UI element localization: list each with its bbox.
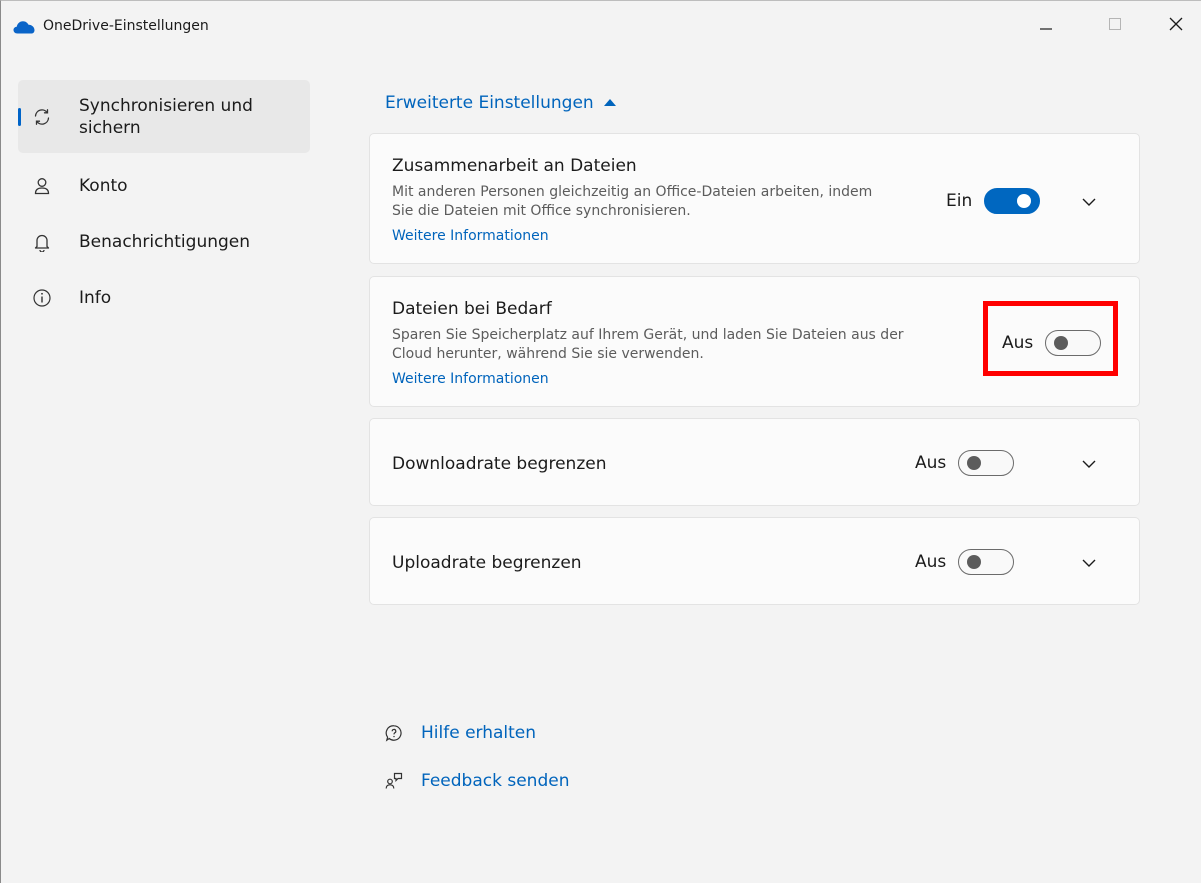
- download-rate-toggle[interactable]: [958, 450, 1015, 476]
- toggle-group: Aus: [915, 450, 1015, 476]
- toggle-group: Ein: [946, 188, 1041, 214]
- close-button[interactable]: [1153, 1, 1199, 47]
- feedback-link[interactable]: Feedback senden: [385, 771, 569, 791]
- card-upload-rate: Uploadrate begrenzen Aus: [369, 517, 1140, 605]
- help-link-label: Hilfe erhalten: [421, 723, 537, 743]
- toggle-knob: [967, 456, 982, 470]
- onedrive-settings-window: OneDrive-Einstellungen Synchronisieren u…: [0, 0, 1201, 883]
- caret-up-icon: [603, 99, 616, 106]
- sidebar-item-label: Benachrichtigungen: [79, 232, 251, 252]
- sidebar-item-konto[interactable]: Konto: [18, 164, 310, 208]
- feedback-link-label: Feedback senden: [421, 771, 570, 791]
- upload-rate-toggle[interactable]: [958, 549, 1015, 575]
- sidebar-item-info[interactable]: Info: [18, 276, 310, 320]
- toggle-state-label: Ein: [946, 191, 973, 211]
- person-icon: [32, 176, 52, 196]
- feedback-icon: [385, 772, 403, 790]
- toggle-group: Aus: [915, 549, 1015, 575]
- sidebar-item-benachrichtigungen[interactable]: Benachrichtigungen: [18, 220, 310, 264]
- advanced-settings-label: Erweiterte Einstellungen: [385, 93, 594, 113]
- expand-button[interactable]: [1075, 549, 1103, 577]
- card-title: Downloadrate begrenzen: [392, 454, 607, 474]
- sidebar-label-line2: sichern: [79, 118, 141, 138]
- card-file-collaboration: Zusammenarbeit an Dateien Mit anderen Pe…: [369, 133, 1140, 264]
- card-title: Dateien bei Bedarf: [392, 299, 552, 319]
- learn-more-link[interactable]: Weitere Informationen: [392, 228, 549, 244]
- help-link[interactable]: Hilfe erhalten: [385, 723, 536, 743]
- toggle-state-label: Aus: [915, 552, 947, 572]
- card-desc-line2: Cloud herunter, während Sie sie verwende…: [392, 346, 704, 362]
- help-chat-icon: [385, 724, 403, 742]
- onedrive-cloud-icon: [13, 21, 35, 34]
- card-title: Zusammenarbeit an Dateien: [392, 156, 637, 176]
- advanced-settings-link[interactable]: Erweiterte Einstellungen: [385, 93, 616, 113]
- sidebar-label-line1: Synchronisieren und: [79, 96, 253, 116]
- card-description: Mit anderen Personen gleichzeitig an Off…: [392, 183, 932, 221]
- toggle-state-label: Aus: [915, 453, 947, 473]
- expand-button[interactable]: [1075, 450, 1103, 478]
- sidebar-item-sync-backup[interactable]: Synchronisieren und sichern: [18, 80, 310, 153]
- card-desc-line1: Mit anderen Personen gleichzeitig an Off…: [392, 184, 873, 200]
- close-icon: [1169, 17, 1183, 31]
- sidebar-item-label: Konto: [79, 176, 128, 196]
- card-desc-line2: Sie die Dateien mit Office synchronisier…: [392, 203, 691, 219]
- window-title: OneDrive-Einstellungen: [43, 18, 209, 34]
- chevron-down-icon: [1082, 198, 1096, 206]
- chevron-down-icon: [1082, 559, 1096, 567]
- title-bar: OneDrive-Einstellungen: [1, 1, 1201, 49]
- file-collaboration-toggle[interactable]: [984, 188, 1041, 214]
- card-description: Sparen Sie Speicherplatz auf Ihrem Gerät…: [392, 326, 932, 364]
- chevron-down-icon: [1082, 460, 1096, 468]
- bell-icon: [32, 232, 52, 252]
- toggle-knob: [967, 555, 982, 569]
- sidebar-item-label: Synchronisieren und sichern: [79, 95, 253, 139]
- card-desc-line1: Sparen Sie Speicherplatz auf Ihrem Gerät…: [392, 327, 904, 343]
- toggle-knob: [1017, 194, 1032, 208]
- maximize-button[interactable]: [1092, 1, 1138, 47]
- card-download-rate: Downloadrate begrenzen Aus: [369, 418, 1140, 506]
- learn-more-link[interactable]: Weitere Informationen: [392, 371, 549, 387]
- expand-button[interactable]: [1075, 188, 1103, 216]
- card-title: Uploadrate begrenzen: [392, 553, 582, 573]
- sidebar-item-label: Info: [79, 288, 112, 308]
- minimize-button[interactable]: [1023, 1, 1069, 47]
- maximize-icon: [1109, 18, 1121, 30]
- info-icon: [32, 288, 52, 308]
- highlight-box: [983, 301, 1118, 376]
- active-indicator: [18, 108, 21, 126]
- minimize-icon: [1040, 28, 1052, 30]
- sync-icon: [32, 107, 52, 127]
